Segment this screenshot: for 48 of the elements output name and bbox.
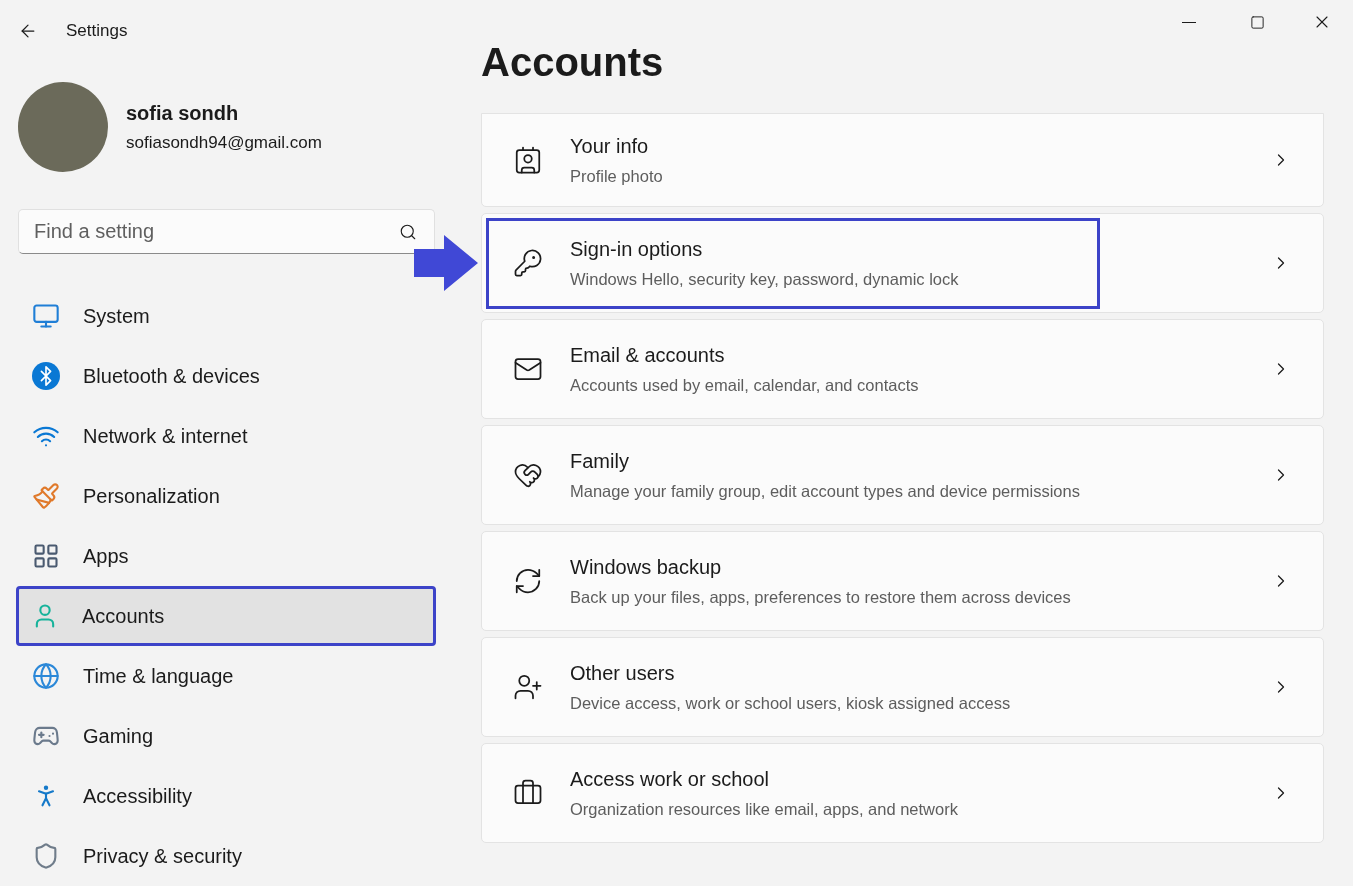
card-subtitle: Accounts used by email, calendar, and contacts: [570, 375, 919, 397]
card-subtitle: Device access, work or school users, kiosk assigned access: [570, 693, 1011, 715]
search-icon: [399, 223, 417, 241]
card-title: Your info: [570, 134, 650, 160]
card-title: Email & accounts: [570, 343, 726, 369]
card-subtitle: Back up your files, apps, preferences to restore them across devices: [570, 587, 1071, 609]
card-subtitle: Windows Hello, security key, password, dynamic lock: [570, 269, 959, 291]
monitor-icon: [32, 302, 60, 330]
user-email: sofiasondh94@gmail.com: [126, 132, 322, 155]
key-icon: [513, 248, 543, 278]
settings-card[interactable]: Family Manage your family group, edit account types and device permissions: [481, 425, 1324, 525]
nav-item[interactable]: Accounts: [16, 586, 436, 646]
card-subtitle: Profile photo: [570, 166, 663, 188]
window-title: Settings: [66, 20, 128, 43]
globe-icon: [32, 662, 60, 690]
app-grid-icon: [32, 542, 60, 570]
nav-item[interactable]: Bluetooth & devices: [18, 346, 438, 406]
card-subtitle: Manage your family group, edit account types and device permissions: [570, 481, 1080, 503]
card-subtitle: Organization resources like email, apps, and network: [570, 799, 958, 821]
search-field[interactable]: Find a setting: [18, 209, 435, 254]
user-name: sofia sondh: [126, 101, 240, 127]
page-title: Accounts: [481, 39, 665, 86]
settings-card[interactable]: Email & accounts Accounts used by email, calendar, and contacts: [481, 319, 1324, 419]
maximize-icon: [1249, 14, 1265, 30]
settings-card[interactable]: Sign-in options Windows Hello, security key, password, dynamic lock: [481, 213, 1324, 313]
card-title: Sign-in options: [570, 237, 704, 263]
card-title: Family: [570, 449, 630, 475]
bluetooth-icon: [32, 362, 60, 390]
paintbrush-icon: [32, 482, 60, 510]
nav-item[interactable]: Network & internet: [18, 406, 438, 466]
nav-item[interactable]: Gaming: [18, 706, 438, 766]
settings-card[interactable]: Windows backup Back up your files, apps, preferences to restore them across devices: [481, 531, 1324, 631]
settings-card[interactable]: Access work or school Organization resources like email, apps, and network: [481, 743, 1324, 843]
person-add-icon: [513, 672, 543, 702]
nav-item[interactable]: Apps: [18, 526, 438, 586]
nav-item[interactable]: Accessibility: [18, 766, 438, 826]
sync-icon: [513, 566, 543, 596]
nav-item[interactable]: Time & language: [18, 646, 438, 706]
card-title: Windows backup: [570, 555, 723, 581]
minimize-icon: [1182, 21, 1196, 23]
nav-item[interactable]: Personalization: [18, 466, 438, 526]
card-title: Other users: [570, 661, 676, 687]
nav-item[interactable]: System: [18, 286, 438, 346]
contact-card-icon: [513, 145, 543, 175]
settings-card[interactable]: Other users Device access, work or school users, kiosk assigned access: [481, 637, 1324, 737]
settings-card[interactable]: Your info Profile photo: [481, 113, 1324, 207]
card-title: Access work or school: [570, 767, 770, 793]
nav-item[interactable]: Privacy & security: [18, 826, 438, 886]
